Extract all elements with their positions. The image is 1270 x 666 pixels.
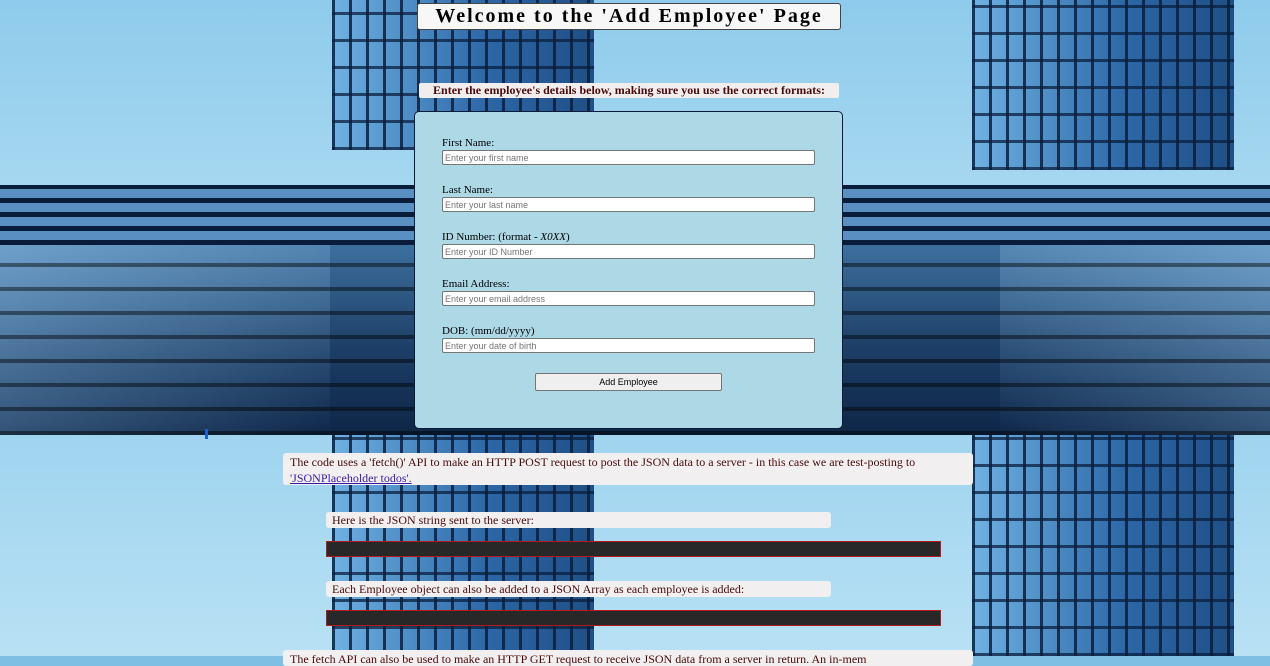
fetch-description-text: The code uses a 'fetch()' API to make an… <box>290 455 916 469</box>
email-field-group: Email Address: <box>442 278 815 306</box>
blue-marker <box>205 429 208 439</box>
id-number-field-group: ID Number: (format - X0XX) <box>442 231 815 259</box>
add-employee-form: First Name: Last Name: ID Number: (forma… <box>414 111 843 429</box>
fetch-description: The code uses a 'fetch()' API to make an… <box>283 453 973 485</box>
first-name-label: First Name: <box>442 137 495 149</box>
first-name-field-group: First Name: <box>442 137 815 165</box>
json-array-label: Each Employee object can also be added t… <box>326 581 831 597</box>
email-input[interactable] <box>442 291 815 306</box>
json-array-output <box>326 610 941 626</box>
form-instructions: Enter the employee's details below, maki… <box>419 83 839 98</box>
dob-input[interactable] <box>442 338 815 353</box>
last-name-field-group: Last Name: <box>442 184 815 212</box>
add-employee-button[interactable]: Add Employee <box>535 373 722 391</box>
jsonplaceholder-link[interactable]: 'JSONPlaceholder todos'. <box>290 471 412 485</box>
last-name-input[interactable] <box>442 197 815 212</box>
page-title: Welcome to the 'Add Employee' Page <box>417 3 841 30</box>
email-label: Email Address: <box>442 278 510 290</box>
json-string-label: Here is the JSON string sent to the serv… <box>326 512 831 528</box>
id-number-label-close: ) <box>566 231 570 243</box>
dob-field-group: DOB: (mm/dd/yyyy) <box>442 325 815 353</box>
fetch-get-description: The fetch API can also be used to make a… <box>283 650 973 666</box>
json-string-output <box>326 541 941 557</box>
id-number-format-hint: X0XX <box>540 231 567 243</box>
building-right <box>972 0 1234 170</box>
id-number-input[interactable] <box>442 244 815 259</box>
id-number-label: ID Number: (format - X0XX) <box>442 231 815 244</box>
dob-label: DOB: (mm/dd/yyyy) <box>442 325 535 337</box>
first-name-input[interactable] <box>442 150 815 165</box>
last-name-label: Last Name: <box>442 184 494 196</box>
building-right-repeat <box>972 435 1234 656</box>
id-number-label-text: ID Number: (format - <box>442 231 541 243</box>
